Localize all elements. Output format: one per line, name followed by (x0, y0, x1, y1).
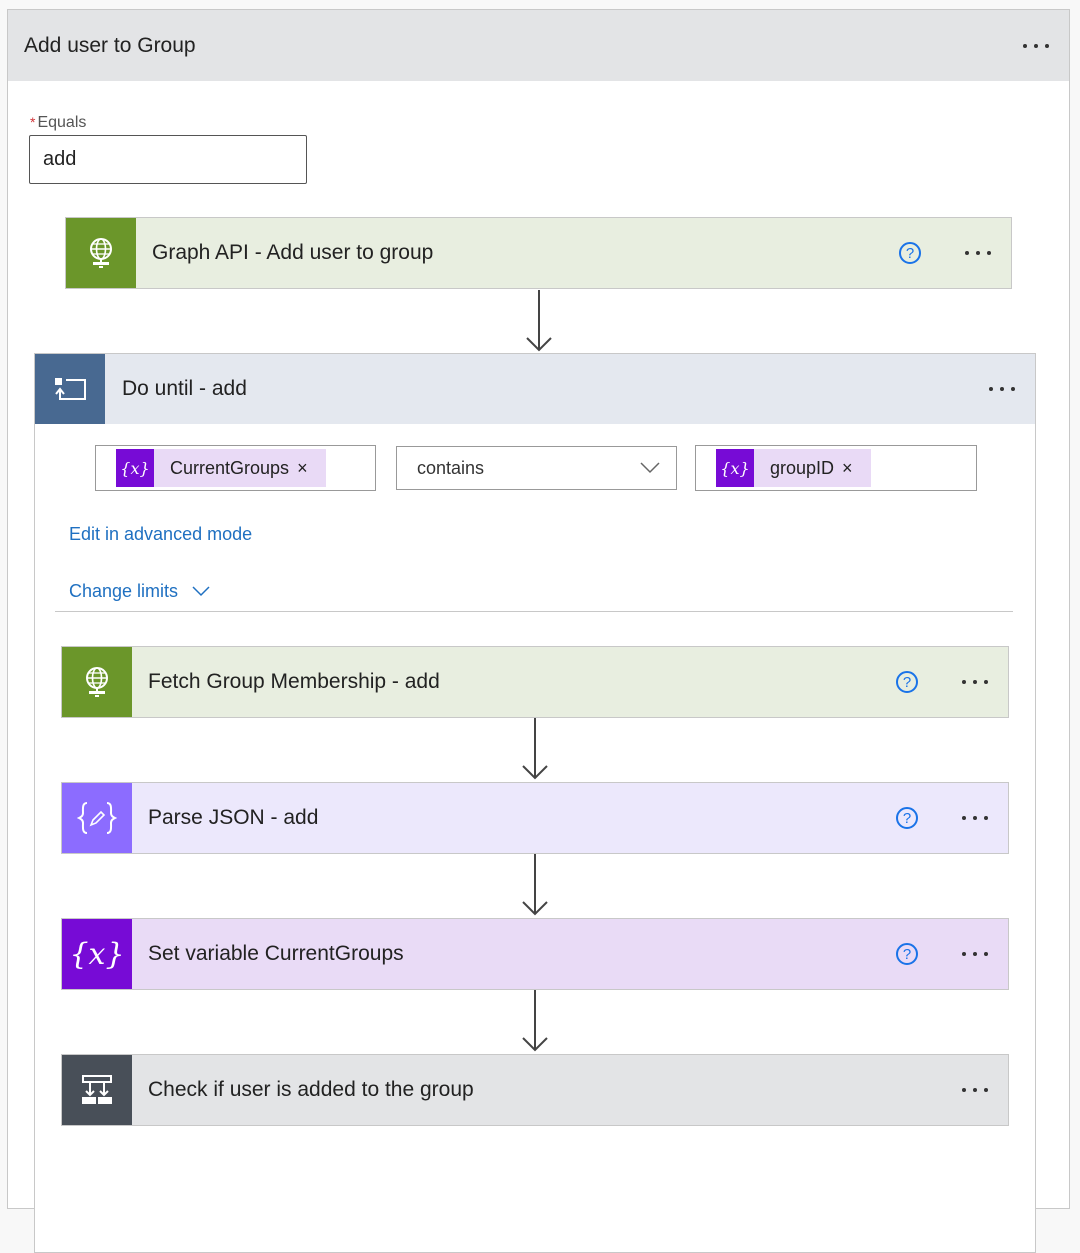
more-options-button[interactable] (962, 952, 988, 956)
variable-icon: {x} (716, 449, 754, 487)
help-icon[interactable]: ? (896, 671, 918, 693)
condition-icon (62, 1055, 132, 1125)
help-icon[interactable]: ? (896, 807, 918, 829)
scope-more-options-button[interactable] (1023, 44, 1049, 48)
flow-arrow (526, 290, 552, 352)
more-options-button[interactable] (962, 680, 988, 684)
action-title: Parse JSON - add (148, 806, 319, 829)
do-until-more-options-button[interactable] (989, 387, 1015, 391)
equals-input[interactable]: add (29, 135, 307, 184)
help-icon[interactable]: ? (899, 242, 921, 264)
equals-label: * Equals (30, 114, 87, 131)
remove-token-icon[interactable]: × (297, 458, 308, 479)
more-options-button[interactable] (962, 816, 988, 820)
help-icon[interactable]: ? (896, 943, 918, 965)
divider (55, 611, 1013, 612)
action-card-fetch-group-membership[interactable]: Fetch Group Membership - add ? (61, 646, 1009, 718)
flow-arrow (522, 854, 548, 916)
action-card-set-variable[interactable]: {x} Set variable CurrentGroups ? (61, 918, 1009, 990)
token-label: CurrentGroups (170, 457, 290, 478)
remove-token-icon[interactable]: × (842, 458, 853, 479)
flow-arrow (522, 718, 548, 780)
token-label: groupID (770, 457, 835, 478)
condition-operator-dropdown[interactable]: contains (396, 446, 677, 490)
do-until-title: Do until - add (122, 377, 247, 400)
condition-right-operand[interactable]: {x} groupID × (695, 445, 977, 491)
token-current-groups[interactable]: {x} CurrentGroups × (116, 449, 326, 487)
loop-icon (35, 354, 105, 424)
parse-json-icon (62, 783, 132, 853)
scope-title: Add user to Group (24, 33, 196, 57)
chevron-down-icon (192, 586, 210, 597)
do-until-container: Do until - add {x} CurrentGroups × conta… (34, 353, 1036, 1253)
action-title: Graph API - Add user to group (152, 241, 434, 264)
more-options-button[interactable] (962, 1088, 988, 1092)
action-card-parse-json[interactable]: Parse JSON - add ? (61, 782, 1009, 854)
token-group-id[interactable]: {x} groupID × (716, 449, 871, 487)
operator-value: contains (417, 457, 485, 478)
more-options-button[interactable] (965, 251, 991, 255)
change-limits-link[interactable]: Change limits (69, 581, 210, 602)
action-card-condition[interactable]: Check if user is added to the group (61, 1054, 1009, 1126)
chevron-down-icon (640, 462, 660, 474)
globe-network-icon (66, 218, 136, 288)
variable-icon: {x} (62, 919, 132, 989)
action-title: Set variable CurrentGroups (148, 942, 404, 965)
scope-card-add-user-to-group: Add user to Group * Equals add Graph API … (7, 9, 1070, 1253)
globe-network-icon (62, 647, 132, 717)
action-title: Check if user is added to the group (148, 1078, 474, 1101)
scope-header[interactable]: Add user to Group (8, 10, 1069, 81)
action-card-graph-api[interactable]: Graph API - Add user to group ? (65, 217, 1012, 289)
required-marker: * (30, 114, 36, 130)
flow-arrow (522, 990, 548, 1052)
action-title: Fetch Group Membership - add (148, 670, 440, 693)
do-until-header[interactable]: Do until - add (35, 354, 1035, 424)
condition-left-operand[interactable]: {x} CurrentGroups × (95, 445, 376, 491)
variable-icon: {x} (116, 449, 154, 487)
edit-advanced-mode-link[interactable]: Edit in advanced mode (69, 524, 252, 545)
